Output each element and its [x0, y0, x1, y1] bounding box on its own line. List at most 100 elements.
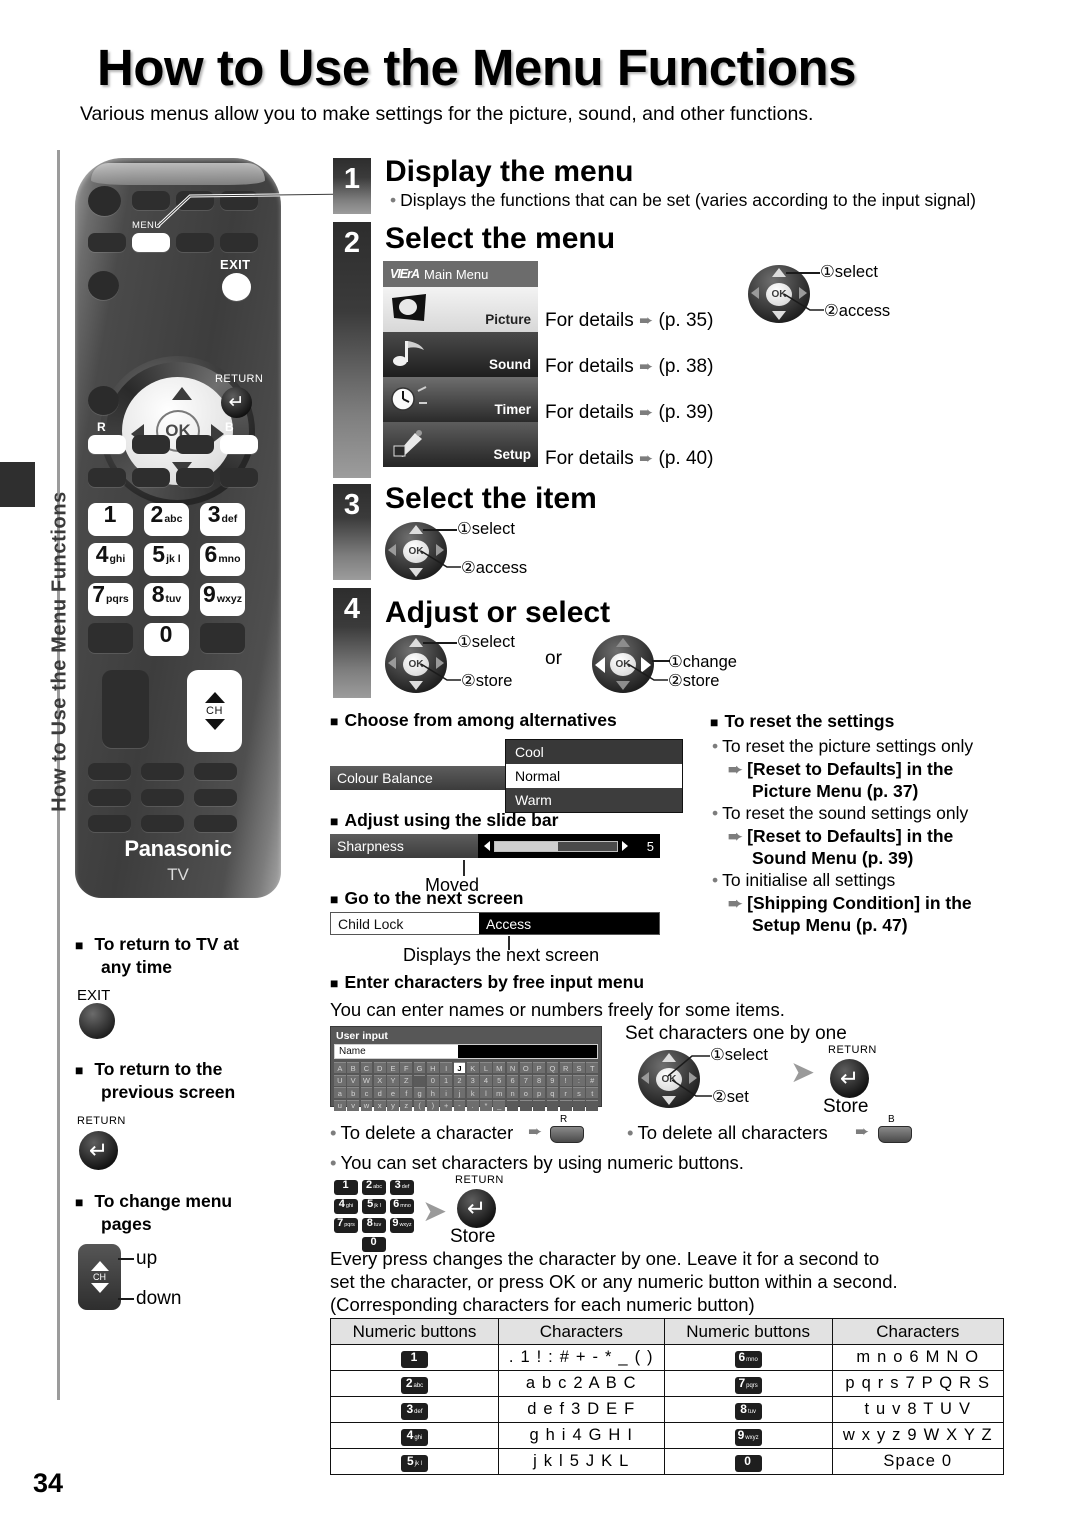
numeric-button-9[interactable]: 9 wxyz	[200, 583, 245, 616]
keyboard-key-k[interactable]: k	[466, 1087, 479, 1098]
keyboard-key-1[interactable]: 1	[440, 1074, 453, 1086]
numeric-button-5[interactable]: 5 jk l	[144, 543, 189, 576]
keyboard-key-p[interactable]: p	[533, 1087, 545, 1098]
keyboard-key-9[interactable]: 9	[546, 1074, 559, 1086]
wheel-left-icon[interactable]	[595, 657, 605, 673]
keyboard-key-X[interactable]: X	[373, 1074, 386, 1086]
keyboard-key-l[interactable]: l	[480, 1087, 492, 1098]
remote-key-f1[interactable]	[88, 623, 133, 653]
keyboard-key-w[interactable]: w	[360, 1099, 373, 1111]
keyboard-key-o[interactable]: o	[519, 1087, 532, 1098]
remote-key-e3[interactable]	[176, 468, 214, 487]
remote-key-b4[interactable]	[220, 233, 258, 252]
wheel-up-icon[interactable]	[409, 638, 423, 647]
remote-key-i2[interactable]	[141, 815, 184, 832]
keyboard-key-S[interactable]: S	[573, 1062, 585, 1073]
keyboard-key-5[interactable]: 5	[493, 1074, 506, 1086]
return-button-icon[interactable]: ↵	[79, 1131, 118, 1170]
keyboard-key-f[interactable]: f	[400, 1087, 413, 1098]
user-input-field-row[interactable]: Name	[334, 1044, 598, 1059]
mini-key-6[interactable]: 6 mno	[390, 1199, 414, 1214]
keyboard-key-![interactable]: !	[559, 1074, 572, 1086]
keyboard-key-_[interactable]: _	[493, 1099, 506, 1111]
remote-key-i3[interactable]	[194, 815, 237, 832]
blue-key-icon[interactable]	[878, 1126, 912, 1143]
keyboard-key-Q[interactable]: Q	[546, 1062, 559, 1073]
red-key-icon[interactable]	[550, 1126, 584, 1143]
mini-key-3[interactable]: 3 def	[390, 1180, 414, 1195]
wheel-left-icon[interactable]	[388, 657, 396, 669]
option-warm[interactable]: Warm	[506, 788, 682, 812]
keyboard-key-Z[interactable]: Z	[400, 1074, 413, 1086]
keyboard-key-2[interactable]: 2	[453, 1074, 466, 1086]
keyboard-key-G[interactable]: G	[413, 1062, 426, 1073]
keyboard-key-Y[interactable]: Y	[387, 1074, 399, 1086]
red-colour-button[interactable]	[88, 435, 126, 454]
remote-key-e1[interactable]	[88, 468, 126, 487]
keyboard-key-F[interactable]: F	[400, 1062, 413, 1073]
onscreen-keyboard[interactable]: A B C D E F G H I J K L M N O P Q R S T U V W X Y Z 0 1 2 3 4 5 6 7 8 9!: # a…	[334, 1062, 599, 1111]
numeric-return-button[interactable]: ↵	[457, 1189, 496, 1228]
keyboard-key-)[interactable]: )	[426, 1099, 439, 1111]
remote-key-i1[interactable]	[88, 815, 131, 832]
dpad-up-icon[interactable]	[172, 387, 192, 400]
wheel-up-icon[interactable]	[616, 638, 630, 647]
wheel-left-icon[interactable]	[388, 544, 396, 556]
keyboard-key-c[interactable]: c	[360, 1087, 373, 1098]
mini-key-5[interactable]: 5 jk l	[362, 1199, 386, 1214]
keyboard-key-I[interactable]: I	[440, 1062, 453, 1073]
main-menu-item-timer[interactable]: Timer	[383, 377, 538, 422]
keyboard-key-u[interactable]: u	[334, 1099, 346, 1111]
numeric-button-4[interactable]: 4 ghi	[88, 543, 133, 576]
slider-right-icon[interactable]	[622, 841, 628, 851]
numeric-button-2[interactable]: 2 abc	[144, 503, 189, 536]
keyboard-key-3[interactable]: 3	[466, 1074, 479, 1086]
remote-key-h3[interactable]	[194, 789, 237, 806]
remote-key-a1[interactable]	[132, 191, 170, 210]
remote-key-c1[interactable]	[88, 271, 119, 300]
keyboard-key-e[interactable]: e	[387, 1087, 399, 1098]
slider-left-icon[interactable]	[484, 841, 490, 851]
main-menu-item-setup[interactable]: Setup	[383, 422, 538, 467]
keyboard-key-D[interactable]: D	[373, 1062, 386, 1073]
keyboard-key-:[interactable]: :	[573, 1074, 585, 1086]
keyboard-key-0[interactable]: 0	[426, 1074, 439, 1086]
keyboard-key-R[interactable]: R	[559, 1062, 572, 1073]
freeinput-return-button[interactable]: ↵	[830, 1059, 869, 1098]
keyboard-key-4[interactable]: 4	[480, 1074, 492, 1086]
sharpness-row[interactable]: Sharpness 5	[330, 834, 660, 858]
exit-button-icon[interactable]	[79, 1003, 115, 1039]
option-normal[interactable]: Normal	[506, 764, 682, 788]
keyboard-key-r[interactable]: r	[559, 1087, 572, 1098]
channel-rocker-icon[interactable]: CH	[78, 1244, 121, 1310]
blue-colour-button[interactable]	[220, 435, 258, 454]
mini-key-1[interactable]: 1	[334, 1180, 358, 1195]
keyboard-key-b[interactable]: b	[347, 1087, 360, 1098]
remote-key-e4[interactable]	[220, 468, 258, 487]
keyboard-key-A[interactable]: A	[334, 1062, 346, 1073]
remote-key-e2[interactable]	[132, 468, 170, 487]
keyboard-key-d[interactable]: d	[373, 1087, 386, 1098]
wheel-left-icon[interactable]	[641, 1072, 649, 1084]
menu-button[interactable]	[132, 233, 170, 252]
remote-key-g1[interactable]	[88, 763, 131, 780]
keyboard-key-v[interactable]: v	[347, 1099, 360, 1111]
child-lock-row[interactable]: Child Lock Access	[330, 912, 660, 935]
remote-key-h1[interactable]	[88, 789, 131, 806]
keyboard-key-K[interactable]: K	[466, 1062, 479, 1073]
keyboard-key-z[interactable]: z	[400, 1099, 413, 1111]
wheel-up-icon[interactable]	[409, 525, 423, 534]
numeric-button-7[interactable]: 7 pqrs	[88, 583, 133, 616]
mini-key-4[interactable]: 4 ghi	[334, 1199, 358, 1214]
exit-button[interactable]	[222, 273, 251, 301]
wheel-up-icon[interactable]	[772, 268, 786, 277]
keyboard-key-N[interactable]: N	[506, 1062, 519, 1073]
keyboard-key-7[interactable]: 7	[519, 1074, 532, 1086]
mini-key-7[interactable]: 7 pqrs	[334, 1218, 358, 1233]
numeric-button-3[interactable]: 3 def	[200, 503, 245, 536]
keyboard-key-P[interactable]: P	[533, 1062, 545, 1073]
numeric-button-1[interactable]: 1	[88, 503, 133, 536]
keyboard-key-m[interactable]: m	[493, 1087, 506, 1098]
remote-key-a2[interactable]	[176, 191, 214, 210]
return-button[interactable]: ↵	[221, 387, 252, 418]
